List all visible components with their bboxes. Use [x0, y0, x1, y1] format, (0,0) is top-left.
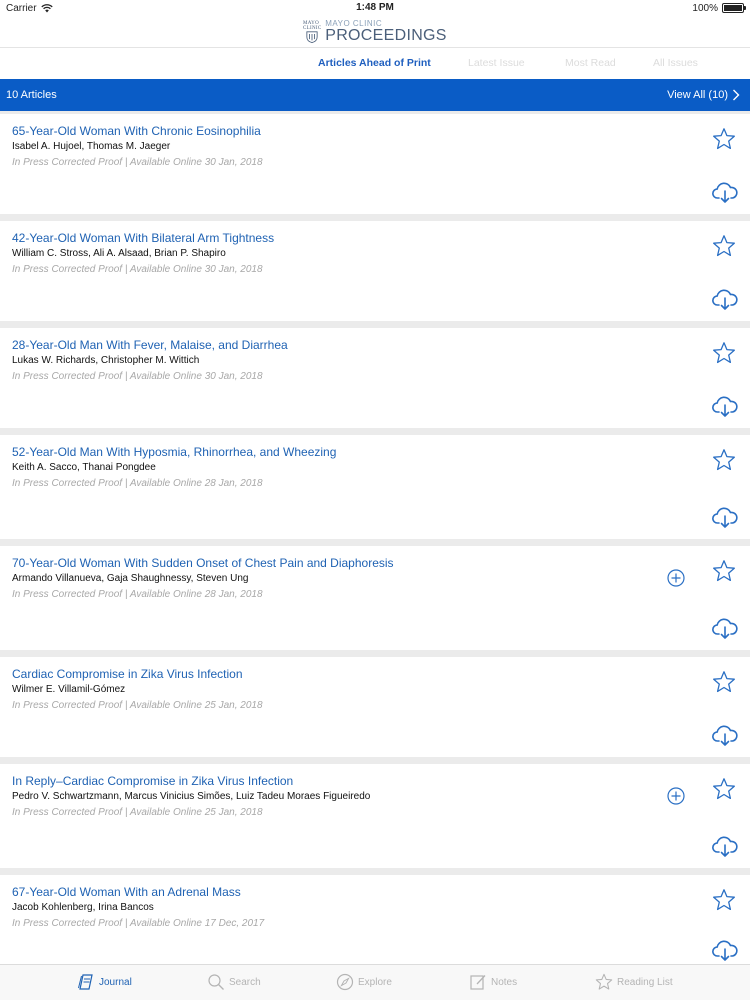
article-title[interactable]: 70-Year-Old Woman With Sudden Onset of C… — [12, 556, 394, 570]
article-title[interactable]: 42-Year-Old Woman With Bilateral Arm Tig… — [12, 231, 274, 245]
star-icon[interactable] — [712, 341, 736, 365]
article-meta: In Press Corrected Proof | Available Onl… — [12, 371, 263, 382]
tabbar-journal[interactable]: Journal — [77, 973, 132, 991]
bottom-tab-bar: Journal Search Explore Notes Reading Lis… — [0, 964, 750, 1000]
star-icon[interactable] — [712, 234, 736, 258]
article-card[interactable]: Cardiac Compromise in Zika Virus Infecti… — [0, 657, 750, 757]
tabbar-reading-list-label: Reading List — [617, 976, 673, 988]
star-icon — [595, 973, 613, 990]
tab-all-issues[interactable]: All Issues — [653, 57, 698, 69]
star-icon[interactable] — [712, 888, 736, 912]
app-header: MAYO CLINIC MAYO CLINIC PROCEEDINGS — [0, 16, 750, 48]
search-icon — [208, 974, 224, 990]
article-title[interactable]: Cardiac Compromise in Zika Virus Infecti… — [12, 667, 243, 681]
tabbar-notes-label: Notes — [491, 976, 518, 988]
notes-icon — [470, 975, 486, 990]
article-card[interactable]: 52-Year-Old Man With Hyposmia, Rhinorrhe… — [0, 435, 750, 539]
tab-latest-issue[interactable]: Latest Issue — [468, 57, 525, 69]
battery-icon — [722, 3, 746, 13]
cloud-download-icon[interactable] — [712, 182, 738, 204]
tabbar-journal-label: Journal — [99, 976, 132, 988]
article-authors: Armando Villanueva, Gaja Shaughnessy, St… — [12, 573, 249, 584]
view-all-label: View All (10) — [667, 89, 728, 101]
article-title[interactable]: 52-Year-Old Man With Hyposmia, Rhinorrhe… — [12, 445, 336, 459]
compass-icon — [336, 973, 354, 991]
article-meta: In Press Corrected Proof | Available Onl… — [12, 264, 263, 275]
article-title[interactable]: In Reply–Cardiac Compromise in Zika Viru… — [12, 774, 293, 788]
article-card[interactable]: 70-Year-Old Woman With Sudden Onset of C… — [0, 546, 750, 650]
tabbar-search[interactable]: Search — [207, 973, 261, 991]
article-card[interactable]: 65-Year-Old Woman With Chronic Eosinophi… — [0, 114, 750, 214]
article-meta: In Press Corrected Proof | Available Onl… — [12, 157, 263, 168]
tabbar-explore-label: Explore — [358, 976, 392, 988]
cloud-download-icon[interactable] — [712, 836, 738, 858]
tabbar-search-label: Search — [229, 976, 261, 988]
section-tabs: Articles Ahead of Print Latest Issue Mos… — [0, 48, 750, 79]
view-all-button[interactable]: View All (10) — [667, 89, 740, 101]
article-count-label: 10 Articles — [6, 89, 57, 101]
cloud-download-icon[interactable] — [712, 289, 738, 311]
article-authors: Wilmer E. Villamil-Gómez — [12, 684, 126, 695]
article-card[interactable]: In Reply–Cardiac Compromise in Zika Viru… — [0, 764, 750, 868]
journal-icon — [78, 974, 93, 990]
journal-logo: MAYO CLINIC PROCEEDINGS — [325, 19, 447, 44]
article-card[interactable]: 42-Year-Old Woman With Bilateral Arm Tig… — [0, 221, 750, 321]
status-bar: Carrier 1:48 PM 100% — [0, 0, 750, 16]
add-circle-icon[interactable] — [666, 786, 686, 806]
article-authors: Pedro V. Schwartzmann, Marcus Vinicius S… — [12, 791, 371, 802]
status-time: 1:48 PM — [356, 2, 394, 13]
tabbar-notes[interactable]: Notes — [469, 973, 517, 991]
logo-title: PROCEEDINGS — [325, 26, 447, 44]
article-title[interactable]: 67-Year-Old Woman With an Adrenal Mass — [12, 885, 241, 899]
article-meta: In Press Corrected Proof | Available Onl… — [12, 918, 265, 929]
article-authors: Keith A. Sacco, Thanai Pongdee — [12, 462, 156, 473]
star-icon[interactable] — [712, 777, 736, 801]
article-authors: Isabel A. Hujoel, Thomas M. Jaeger — [12, 141, 171, 152]
article-authors: Jacob Kohlenberg, Irina Bancos — [12, 902, 154, 913]
star-icon[interactable] — [712, 127, 736, 151]
article-authors: Lukas W. Richards, Christopher M. Wittic… — [12, 355, 200, 366]
star-icon[interactable] — [712, 670, 736, 694]
cloud-download-icon[interactable] — [712, 725, 738, 747]
cloud-download-icon[interactable] — [712, 507, 738, 529]
tabbar-explore[interactable]: Explore — [336, 973, 392, 991]
article-meta: In Press Corrected Proof | Available Onl… — [12, 589, 263, 600]
article-meta: In Press Corrected Proof | Available Onl… — [12, 478, 263, 489]
logo-shield-icon: MAYO CLINIC — [303, 21, 321, 43]
article-title[interactable]: 65-Year-Old Woman With Chronic Eosinophi… — [12, 124, 261, 138]
star-icon[interactable] — [712, 559, 736, 583]
tabbar-reading-list[interactable]: Reading List — [595, 973, 673, 991]
tab-most-read[interactable]: Most Read — [565, 57, 616, 69]
article-card[interactable]: 28-Year-Old Man With Fever, Malaise, and… — [0, 328, 750, 428]
article-authors: William C. Stross, Ali A. Alsaad, Brian … — [12, 248, 226, 259]
cloud-download-icon[interactable] — [712, 396, 738, 418]
article-count-bar: 10 Articles View All (10) — [0, 79, 750, 111]
tab-articles-ahead-of-print[interactable]: Articles Ahead of Print — [318, 57, 431, 69]
cloud-download-icon[interactable] — [712, 940, 738, 962]
star-icon[interactable] — [712, 448, 736, 472]
add-circle-icon[interactable] — [666, 568, 686, 588]
article-meta: In Press Corrected Proof | Available Onl… — [12, 700, 263, 711]
cloud-download-icon[interactable] — [712, 618, 738, 640]
article-title[interactable]: 28-Year-Old Man With Fever, Malaise, and… — [12, 338, 288, 352]
article-meta: In Press Corrected Proof | Available Onl… — [12, 807, 263, 818]
chevron-right-icon — [733, 89, 740, 101]
logo-shield-text: MAYO CLINIC — [302, 20, 322, 31]
article-card[interactable]: 67-Year-Old Woman With an Adrenal Mass J… — [0, 875, 750, 964]
